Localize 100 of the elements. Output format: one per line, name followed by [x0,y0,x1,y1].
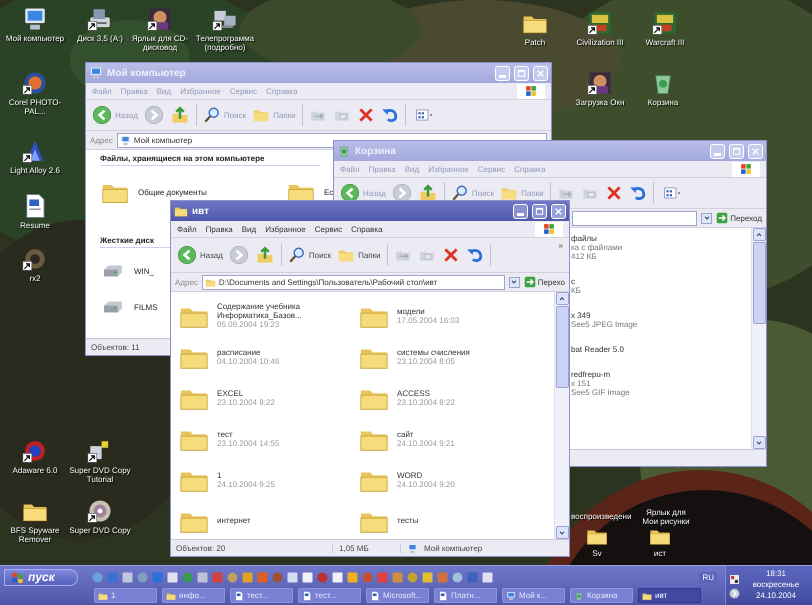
desktop-icon-label[interactable]: rx2 [29,274,41,283]
desktop-icon-label[interactable]: Мой компьютер [6,34,64,43]
folder-label[interactable]: Ес [324,188,334,196]
maximize-button[interactable] [514,66,529,80]
desktop-icon-label[interactable]: Adaware 6.0 [12,466,58,475]
minimize-button[interactable] [513,204,528,218]
launch-icon[interactable] [167,572,178,582]
scrollbar[interactable] [554,292,569,539]
undo-button[interactable] [380,106,399,124]
desktop-icon-label[interactable]: ист [654,549,666,558]
minimize-button[interactable] [495,66,510,80]
address-field[interactable]: D:\Documents and Settings\Пользователь\Рабочий стол\ивт [202,274,505,290]
desktop-icon-label[interactable]: Warcraft III [646,38,684,47]
launch-icon[interactable] [92,572,103,582]
desktop-icon-label[interactable]: Телепрограмма (подробно) [193,34,257,52]
dropdown-button[interactable] [508,276,520,288]
desktop-icon-label[interactable]: Ярлык для Мои рисунки [638,508,694,526]
desktop-icon-label[interactable]: Загрузка Окн [576,98,624,107]
up-button[interactable] [170,105,190,125]
maximize-button[interactable] [729,144,744,158]
menu-item[interactable]: Вид [242,224,256,234]
back-button[interactable]: Назад [177,245,223,265]
launch-icon[interactable] [407,572,418,582]
go-button[interactable]: Перехо [524,276,565,288]
forward-button[interactable] [144,105,164,125]
folder-name[interactable]: расписание [217,348,355,356]
scroll-down-button[interactable] [556,526,568,539]
desktop-icon-label[interactable]: Light Alloy 2.6 [10,166,60,175]
undo-button[interactable] [466,246,484,264]
desktop-icon-label[interactable]: Super DVD Copy [69,526,131,535]
folder-label[interactable]: Общие документы [138,188,207,196]
desktop-icon-label[interactable]: Sv [592,549,602,558]
folder-name[interactable]: системы счисления [397,348,535,356]
maximize-button[interactable] [532,204,547,218]
menu-item[interactable]: Избранное [265,224,306,234]
search-button[interactable]: Поиск [288,246,332,264]
launch-icon[interactable] [122,572,133,582]
desktop-icon-label[interactable]: Корзина [648,98,678,107]
folder-name[interactable]: ACCESS [397,388,535,398]
launch-icon[interactable] [227,572,238,582]
launch-icon[interactable] [452,572,463,582]
minimize-button[interactable] [710,144,725,158]
more-button[interactable]: » [558,241,563,250]
close-button[interactable] [551,204,566,218]
dropdown-button[interactable] [701,212,712,224]
delete-button[interactable] [442,246,460,264]
drive-label[interactable]: FILMS [134,302,158,312]
close-button[interactable] [748,144,763,158]
folder-name[interactable]: 1 [217,470,355,480]
launch-icon[interactable] [332,572,343,582]
scroll-thumb[interactable] [556,306,568,388]
folders-button[interactable]: Папки [337,246,381,264]
scroll-thumb[interactable] [752,242,766,324]
scroll-up-button[interactable] [556,292,568,305]
launch-icon[interactable] [242,572,253,582]
folder-name[interactable]: тест [217,430,355,438]
taskbar-button[interactable]: ивт [638,588,701,603]
start-button[interactable]: пуск [4,568,78,586]
desktop-icon-label[interactable]: Resume [20,221,50,230]
launch-icon[interactable] [392,572,403,582]
delete-button[interactable] [356,106,375,124]
folder-name[interactable]: модели [397,306,535,316]
launch-icon[interactable] [197,572,208,582]
close-button[interactable] [533,66,548,80]
language-indicator[interactable]: RU [699,572,717,582]
launch-icon[interactable] [302,572,313,582]
launch-icon[interactable] [287,572,298,582]
expand-icon[interactable] [729,588,740,598]
folder-name[interactable]: Содержание учебника Информатика_Базов... [217,302,355,320]
menu-item[interactable]: Правка [206,224,233,234]
go-button[interactable]: Переход [716,212,762,224]
launch-icon[interactable] [347,572,358,582]
address-field[interactable] [572,210,698,226]
desktop-icon-label[interactable]: BFS Spyware Remover [3,526,67,544]
drive-label[interactable]: WIN_ [134,266,154,276]
launch-icon[interactable] [422,572,433,582]
launch-icon[interactable] [482,572,493,582]
menu-item[interactable]: Сервис [314,224,342,234]
scroll-down-button[interactable] [752,436,766,449]
folder-name[interactable]: тесты [397,516,535,525]
folder-name[interactable]: WORD [397,470,535,480]
desktop-icon-label[interactable]: Corel PHOTO-PAL... [3,98,67,116]
undo-button[interactable] [628,184,647,202]
up-button[interactable] [254,245,275,265]
forward-button[interactable] [228,245,249,265]
desktop-icon-label[interactable]: Диск 3,5 (A:) [77,34,123,43]
scroll-up-button[interactable] [752,228,766,241]
desktop-icon-label[interactable]: Ярлык для CD-дисковод [128,34,192,52]
desktop-icon-label[interactable]: Super DVD Copy Tutorial [68,466,132,484]
desktop-icon-label[interactable]: Civilization III [576,38,624,47]
scrollbar[interactable] [751,228,766,449]
launch-icon[interactable] [137,572,148,582]
folder-name[interactable]: EXCEL [217,388,355,398]
desktop-icon-label[interactable]: воспроизведени [571,512,632,521]
folder-name[interactable]: интернет [217,516,355,525]
menu-item[interactable]: Справка [351,224,383,234]
desktop-icon-label[interactable]: Patch [524,38,546,47]
delete-button[interactable] [604,184,623,202]
menu-item[interactable]: Файл [177,224,197,234]
folder-name[interactable]: сайт [397,430,535,438]
